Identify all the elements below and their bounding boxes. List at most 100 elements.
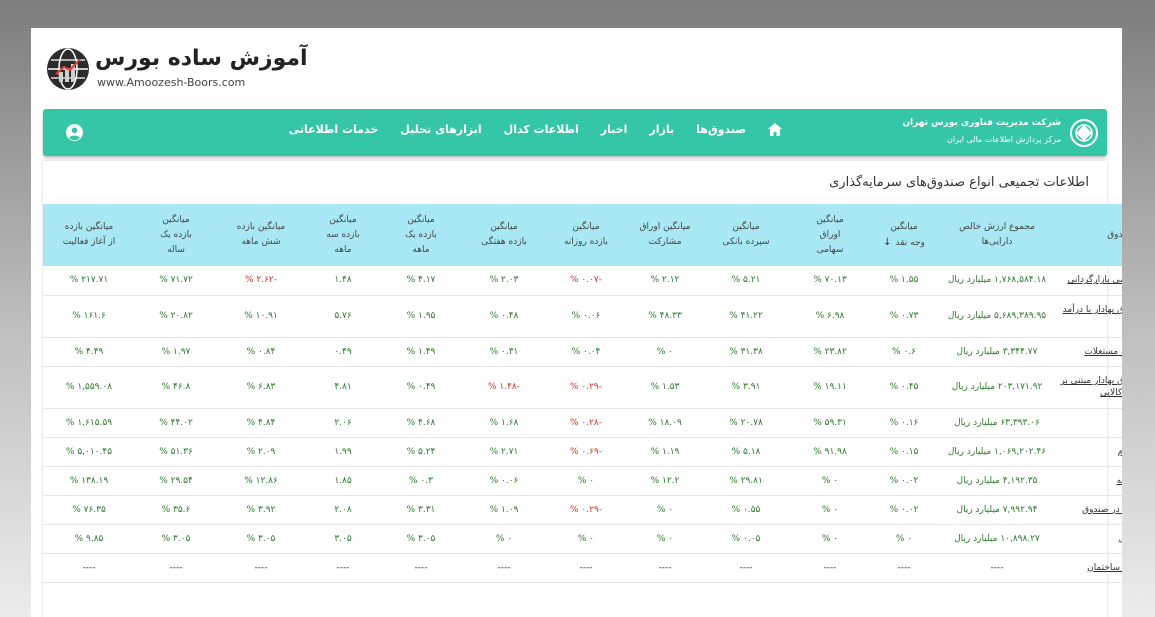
table-cell: ۰.۰۶ % <box>547 295 625 338</box>
sort-arrow-down-icon[interactable]: ↓ <box>883 237 891 248</box>
table-cell: ۴۴.۰۲ % <box>135 408 217 438</box>
table-cell: ۱.۹۵ % <box>381 295 461 338</box>
table-cell: -۰.۲۹ % <box>547 495 625 525</box>
table-cell: ۵۱.۳۶ % <box>135 437 217 467</box>
column-header[interactable]: میانگین بازده یک ماهه <box>381 204 461 266</box>
funds-summary-card: اطلاعات تجمیعی انواع صندوق‌های سرمایه‌گذ… <box>43 161 1122 617</box>
column-header[interactable]: میانگین بازده هفتگی <box>461 204 547 266</box>
column-header-label: ماهه <box>412 244 430 255</box>
table-cell: ۱۶۱.۶ % <box>43 295 135 338</box>
fund-type-link[interactable]: اختصاصی بازارگردانی <box>1067 275 1122 285</box>
table-row[interactable]: مختلط۶۳,۳۹۳.۰۶ میلیارد ریال۰.۱۶ %۵۹.۳۱ %… <box>43 408 1122 438</box>
fund-type-link[interactable]: در اوراق بهادار مبتنی بر سپرده کالایی <box>1060 376 1122 398</box>
fund-type-cell[interactable]: در اوراق بهادار مبتنی بر سپرده کالایی <box>1059 366 1122 409</box>
table-row[interactable]: در اوراق بهادار مبتنی بر سپرده کالایی۲۰۳… <box>43 366 1122 409</box>
nav-item-market[interactable]: بازار <box>649 123 674 136</box>
column-header[interactable]: میانگین اوراق سهامی <box>787 204 873 266</box>
table-cell: -۰.۲۹ % <box>547 366 625 409</box>
fund-type-link[interactable]: صندوق در صندوق <box>1082 505 1122 515</box>
table-cell: ۱.۵۵ % <box>873 266 935 296</box>
table-cell: -۰.۰۷ % <box>547 266 625 296</box>
table-row[interactable]: در سهام ۱,۰۶۹,۲۰۲.۴۶ میلیارد ریال۰.۱۵ %۹۱… <box>43 437 1122 467</box>
brand-name-fa: آموزش ساده بورس <box>95 46 308 71</box>
site-logo[interactable]: آموزش ساده بورس www.Amoozesh-Boors.com <box>47 46 308 96</box>
user-account-icon[interactable] <box>66 124 83 141</box>
table-cell: ۳.۰۵ <box>305 524 381 554</box>
fund-type-link[interactable]: در سهام <box>1118 447 1122 457</box>
table-cell: ۲۰.۸۲ % <box>135 295 217 338</box>
fund-type-cell[interactable]: در اوراق بهادار با درآمد ثابت <box>1059 295 1122 338</box>
nav-item-funds[interactable]: صندوق‌ها <box>696 123 746 136</box>
table-row[interactable]: املاک و مستغلات ۳,۳۴۴.۷۷ میلیارد ریال۰.۶ … <box>43 337 1122 367</box>
table-cell: ۳۵.۶ % <box>135 495 217 525</box>
table-cell: ۷۶.۳۵ % <box>43 495 135 525</box>
column-header[interactable]: میانگین بازده روزانه <box>547 204 625 266</box>
fund-type-link[interactable]: جسورانه <box>1117 476 1122 486</box>
table-cell: ---- <box>547 553 625 583</box>
column-header[interactable]: میانگین بازده سه ماهه <box>305 204 381 266</box>
table-cell: ۱,۵۵۹.۰۸ % <box>43 366 135 409</box>
fund-type-link[interactable]: املاک و مستغلات <box>1084 347 1122 357</box>
table-cell: ۰.۳۱ % <box>461 337 547 367</box>
fund-type-cell[interactable]: زمین و ساختمان <box>1059 553 1122 583</box>
table-cell: ۴.۴۹ % <box>43 337 135 367</box>
fund-type-cell[interactable]: در سهام <box>1059 437 1122 467</box>
fund-type-cell[interactable]: جسورانه <box>1059 466 1122 496</box>
table-cell: ۰ % <box>461 524 547 554</box>
nav-item-info-services[interactable]: خدمات اطلاعاتی <box>289 123 379 136</box>
table-row[interactable]: زمین و ساختمان--------------------------… <box>43 553 1122 583</box>
table-cell: ---- <box>625 553 705 583</box>
column-header[interactable]: مجموع ارزش خالص دارایی‌ها <box>935 204 1059 266</box>
fund-type-cell[interactable]: مختلط <box>1059 408 1122 438</box>
column-header[interactable]: میانگین بازده یک ساله <box>135 204 217 266</box>
table-cell: ۶.۹۸ % <box>787 295 873 338</box>
table-cell: ۰.۵۵ % <box>705 495 787 525</box>
table-row[interactable]: در اوراق بهادار با درآمد ثابت۵,۶۸۹,۳۸۹.۹… <box>43 295 1122 338</box>
column-header[interactable]: میانگین اوراق مشارکت <box>625 204 705 266</box>
table-cell: ۵,۶۸۹,۳۸۹.۹۵ میلیارد ریال <box>935 295 1059 338</box>
column-header-label: میانگین <box>816 214 844 225</box>
table-cell: ۰.۴۸ % <box>461 295 547 338</box>
fund-type-link[interactable]: زمین و ساختمان <box>1087 563 1122 573</box>
column-header[interactable]: نوع صندوق <box>1059 204 1122 266</box>
table-cell: ۲۱۷.۷۱ % <box>43 266 135 296</box>
fund-type-cell[interactable]: اختصاصی بازارگردانی <box>1059 266 1122 296</box>
home-icon[interactable] <box>768 123 782 136</box>
column-header-label: میانگین <box>890 221 918 232</box>
column-header-label: نوع صندوق <box>1107 229 1122 240</box>
column-header-label: میانگین <box>490 222 518 232</box>
fund-type-cell[interactable]: پروژه‌ای <box>1059 524 1122 554</box>
table-cell: ۳.۰۵ % <box>381 524 461 554</box>
nav-item-news[interactable]: اخبار <box>601 123 628 136</box>
table-cell: ۵.۱۸ % <box>705 437 787 467</box>
tsetmc-logo-icon <box>1070 119 1098 147</box>
table-cell: ۷۱.۷۲ % <box>135 266 217 296</box>
column-header-label: سپرده بانکی <box>722 237 770 247</box>
fund-type-link[interactable]: پروژه‌ای <box>1119 534 1122 544</box>
column-header[interactable]: میانگین سپرده بانکی <box>705 204 787 266</box>
column-header-label: میانگین بازده <box>236 222 286 232</box>
nav-item-codal[interactable]: اطلاعات کدال <box>504 123 579 136</box>
fund-type-cell[interactable]: املاک و مستغلات <box>1059 337 1122 367</box>
nav-menu: صندوق‌ها بازار اخبار اطلاعات کدال ابزاره… <box>289 123 782 136</box>
column-header-label: ساله <box>167 244 185 255</box>
table-cell: ۲۹.۵۴ % <box>135 466 217 496</box>
fund-type-link[interactable]: در اوراق بهادار با درآمد ثابت <box>1063 305 1122 327</box>
table-row[interactable]: صندوق در صندوق ۷,۹۹۲.۹۴ میلیارد ریال۰.۰۲ … <box>43 495 1122 525</box>
table-cell: ۶۳,۳۹۳.۰۶ میلیارد ریال <box>935 408 1059 438</box>
table-cell: ۱,۶۱۵.۵۹ % <box>43 408 135 438</box>
company-brand[interactable]: شرکت مدیریت فناوری بورس تهران مرکز پرداز… <box>902 115 1099 151</box>
column-header[interactable]: میانگین وجه نقد ↓ <box>873 204 935 266</box>
page-title: اطلاعات تجمیعی انواع صندوق‌های سرمایه‌گذ… <box>829 175 1089 190</box>
table-row[interactable]: پروژه‌ای۱۰,۸۹۸.۲۷ میلیارد ریال۰ %۰ %۰.۰۵… <box>43 524 1122 554</box>
table-cell: ۰.۰۴ % <box>547 337 625 367</box>
fund-type-cell[interactable]: صندوق در صندوق <box>1059 495 1122 525</box>
table-cell: ۴.۶۸ % <box>381 408 461 438</box>
table-row[interactable]: اختصاصی بازارگردانی ۱,۷۶۸,۵۸۴.۱۸ میلیارد … <box>43 266 1122 296</box>
table-cell: ۰ % <box>787 495 873 525</box>
column-header[interactable]: میانگین بازده از آغاز فعالیت <box>43 204 135 266</box>
table-cell: ---- <box>43 553 135 583</box>
column-header[interactable]: میانگین بازده شش ماهه <box>217 204 305 266</box>
nav-item-analysis-tools[interactable]: ابزارهای تحلیل <box>400 123 481 136</box>
table-row[interactable]: جسورانه۴,۱۹۲.۳۵ میلیارد ریال۰.۰۲ %۰ %۲۹.… <box>43 466 1122 496</box>
